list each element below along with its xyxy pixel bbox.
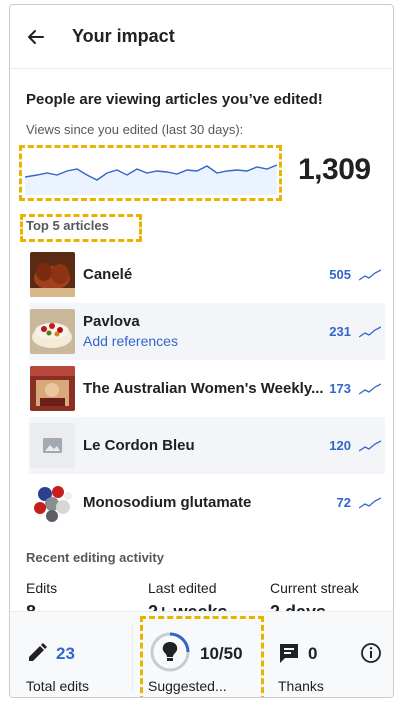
article-views: 173: [329, 381, 351, 396]
back-button[interactable]: [24, 25, 48, 49]
stats-footer: 23 Total edits 10/50 Suggested... 0 Than…: [10, 611, 393, 697]
arrow-left-icon: [28, 29, 44, 44]
article-thumbnail-canele: [30, 252, 75, 297]
top-articles-label: Top 5 articles: [26, 218, 109, 233]
total-edits-label: Total edits: [26, 678, 90, 694]
app-header: Your impact: [10, 5, 393, 69]
top-articles-list: Canelé 505 Pavlova Add references 231 Th…: [29, 246, 385, 531]
list-item[interactable]: The Australian Women's Weekly... 173: [29, 360, 385, 417]
list-item[interactable]: Canelé 505: [29, 246, 385, 303]
footer-divider: [132, 622, 133, 692]
suggested-edits-count: 10/50: [200, 644, 243, 663]
impact-headline: People are viewing articles you’ve edite…: [26, 91, 323, 108]
list-item[interactable]: Monosodium glutamate 72: [29, 474, 385, 531]
streak-heading: Current streak: [270, 580, 359, 596]
page-title: Your impact: [72, 26, 175, 46]
lightbulb-icon: [150, 632, 190, 672]
trend-icon: [359, 496, 381, 509]
edits-heading: Edits: [26, 580, 58, 596]
thanks-count: 0: [308, 644, 318, 663]
total-edits-count: 23: [56, 644, 75, 663]
trend-icon: [359, 382, 381, 395]
thanks-label: Thanks: [278, 678, 324, 694]
article-thumbnail-womens-weekly: [30, 366, 75, 411]
sparkline-area: [25, 165, 277, 195]
trend-icon: [359, 439, 381, 452]
article-views: 505: [329, 267, 351, 282]
thanks-icon: [280, 644, 298, 663]
article-thumbnail-msg: [30, 480, 75, 525]
last-edited-heading: Last edited: [148, 580, 217, 596]
views-sparkline[interactable]: [19, 145, 282, 201]
info-icon[interactable]: [360, 642, 382, 664]
views-total: 1,309: [298, 153, 371, 186]
impact-screen: Your impact People are viewing articles …: [9, 4, 394, 698]
pencil-icon: [29, 643, 47, 661]
trend-icon: [359, 268, 381, 281]
sparkline-chart: [25, 164, 277, 195]
list-item[interactable]: Le Cordon Bleu 120: [29, 417, 385, 474]
recent-activity-label: Recent editing activity: [26, 550, 164, 565]
trend-icon: [359, 325, 381, 338]
image-placeholder-icon: [30, 423, 75, 468]
article-views: 231: [329, 324, 351, 339]
article-views: 120: [329, 438, 351, 453]
suggested-edits-label: Suggested...: [148, 678, 227, 694]
list-item[interactable]: Pavlova Add references 231: [29, 303, 385, 360]
article-views: 72: [336, 495, 351, 510]
views-label: Views since you edited (last 30 days):: [26, 122, 244, 137]
article-thumbnail-pavlova: [30, 309, 75, 354]
